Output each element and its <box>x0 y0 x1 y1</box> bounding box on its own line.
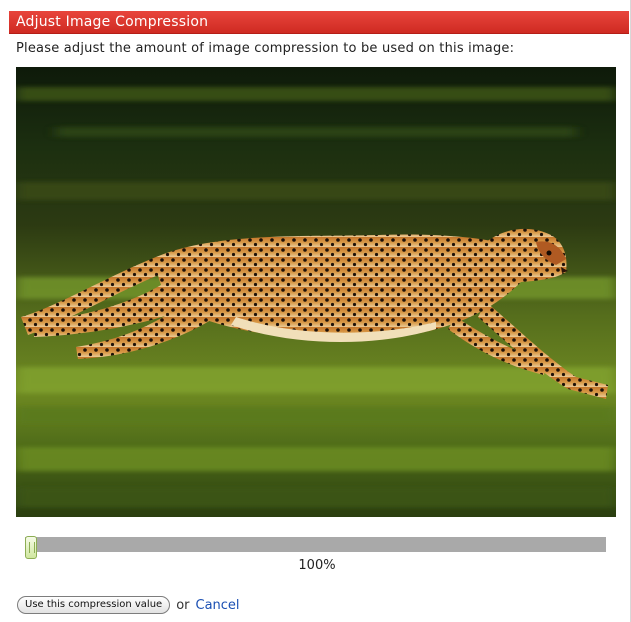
compression-dialog: Adjust Image Compression Please adjust t… <box>0 0 631 622</box>
grip-icon <box>29 542 35 553</box>
instructions-text: Please adjust the amount of image compre… <box>16 41 515 56</box>
dialog-title: Adjust Image Compression <box>9 11 629 34</box>
use-compression-button[interactable]: Use this compression value <box>17 596 171 614</box>
compression-slider-handle[interactable] <box>25 536 37 559</box>
compression-slider-track[interactable] <box>25 537 606 552</box>
compression-value-label: 100% <box>298 558 336 573</box>
or-text: or <box>176 597 190 613</box>
preview-image <box>16 67 616 517</box>
cancel-link[interactable]: Cancel <box>196 598 240 613</box>
dialog-actions: Use this compression value or Cancel <box>17 595 240 615</box>
